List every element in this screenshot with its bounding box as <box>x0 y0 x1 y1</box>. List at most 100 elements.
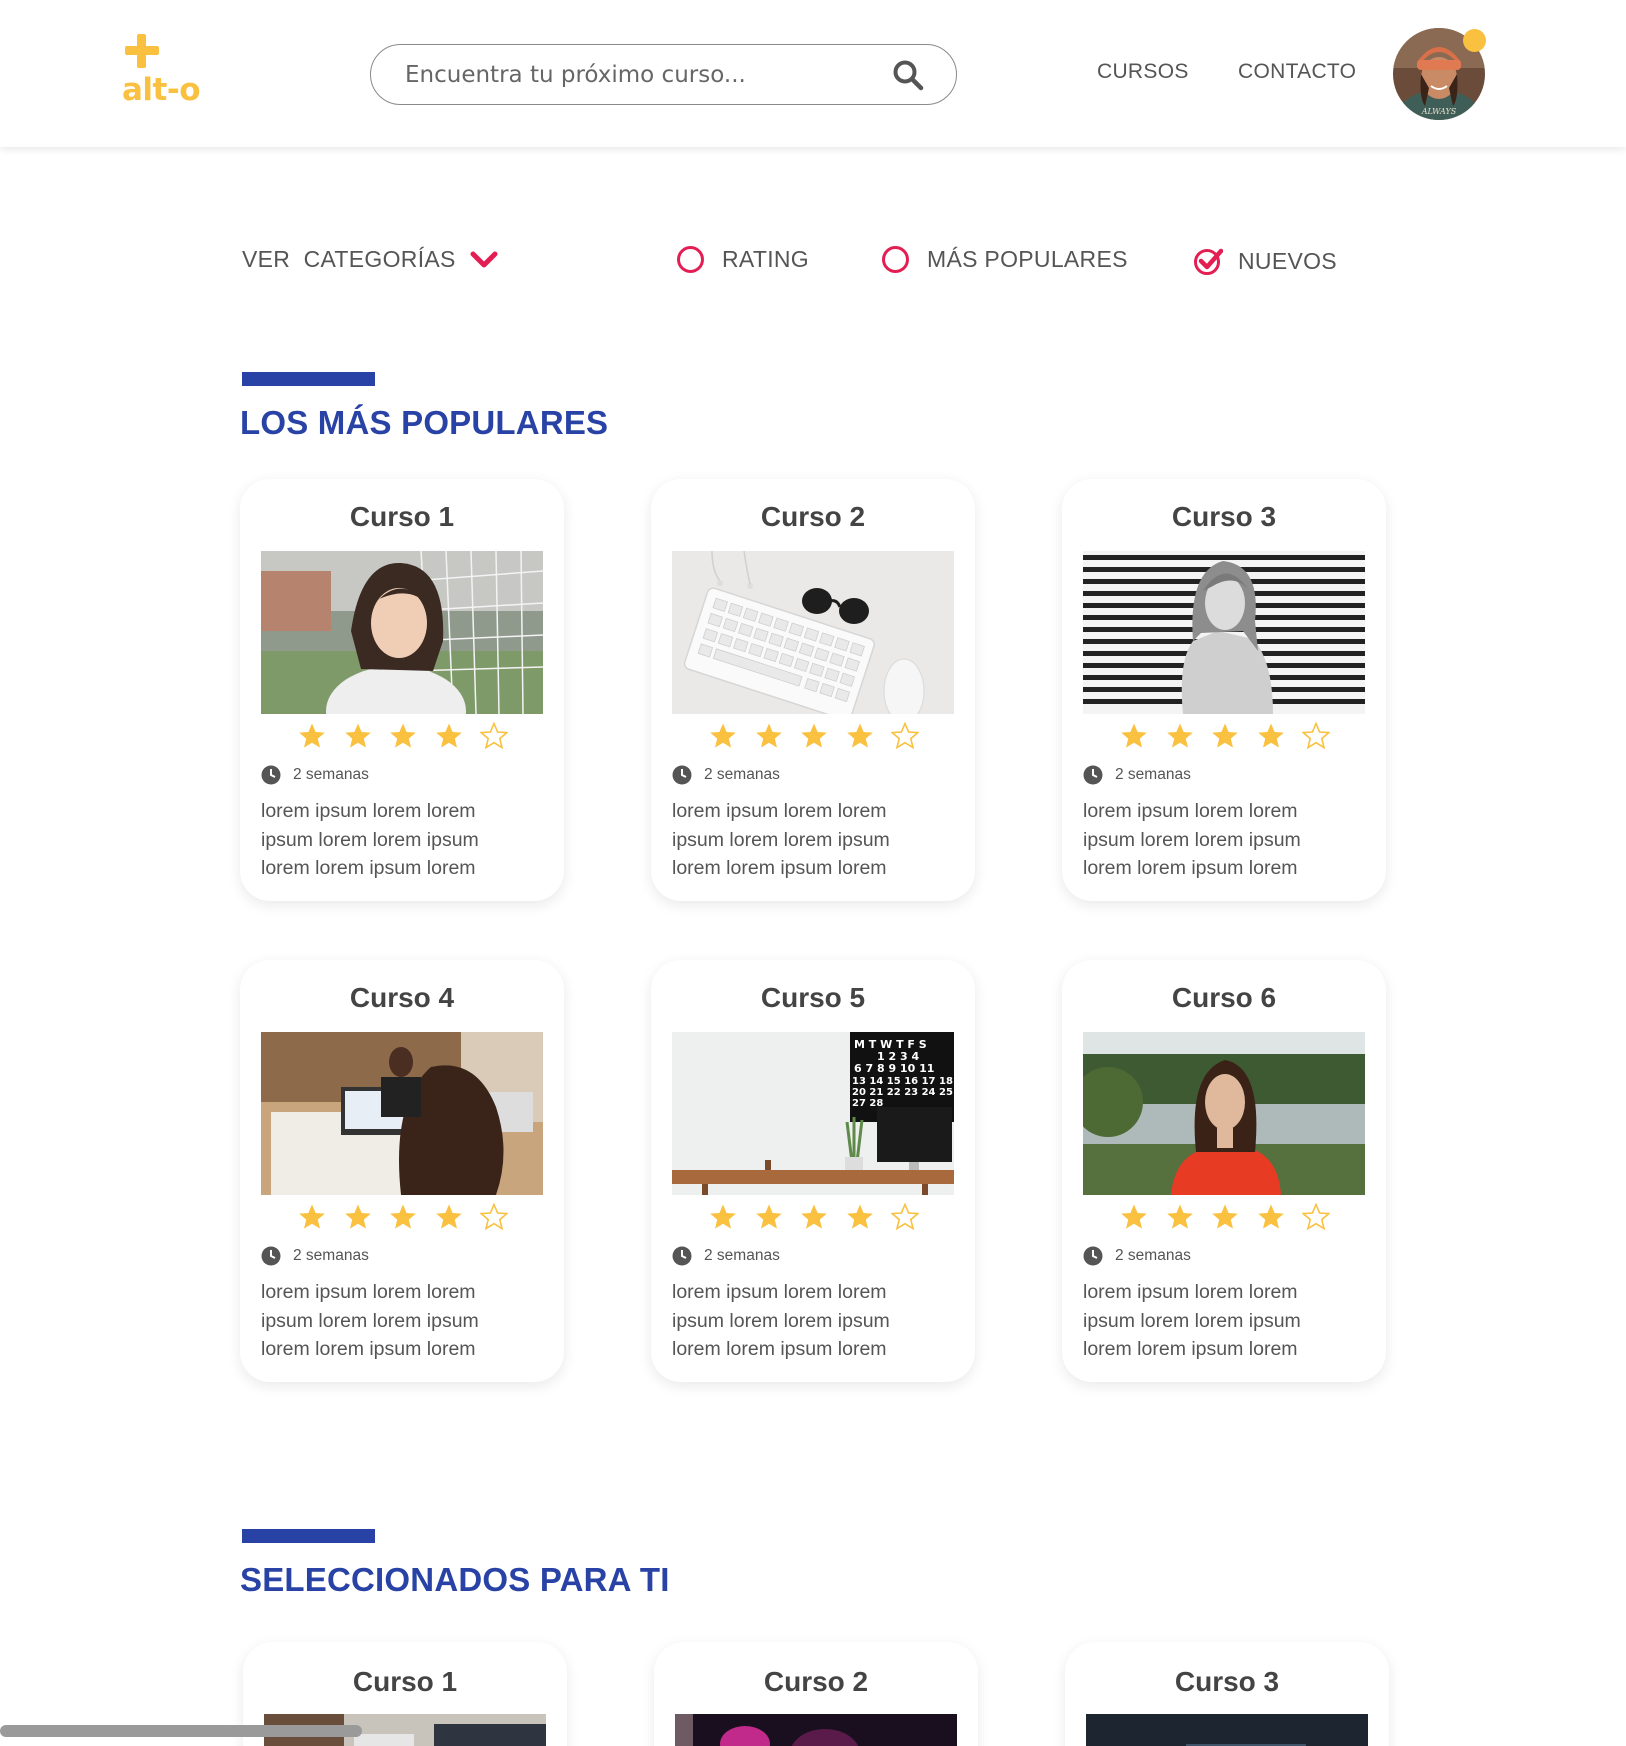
course-image <box>261 551 543 714</box>
description-line: lorem lorem ipsum lorem <box>261 857 476 879</box>
description-line: lorem ipsum lorem lorem <box>1083 800 1298 822</box>
course-title: Curso 2 <box>763 1666 869 1697</box>
nav-cursos-link[interactable]: CURSOS <box>1097 60 1189 84</box>
logo-text: alt-o <box>122 72 201 108</box>
logo-plus-icon <box>125 34 159 68</box>
duration: 2 semanas <box>261 765 369 785</box>
clock-icon <box>1083 765 1103 785</box>
duration-label: 2 semanas <box>704 766 780 783</box>
horizontal-scrollbar[interactable] <box>0 1725 362 1737</box>
star-filled-icon <box>435 1204 462 1229</box>
description-line: ipsum lorem lorem ipsum <box>1083 1309 1301 1332</box>
description-line: lorem ipsum lorem lorem <box>672 800 887 822</box>
description-line: lorem lorem ipsum lorem <box>261 1338 476 1360</box>
svg-text:ALWAYS: ALWAYS <box>1421 107 1457 116</box>
star-filled-icon <box>755 1204 782 1229</box>
filter-mas-populares-label: MÁS POPULARES <box>927 246 1128 272</box>
course-card[interactable]: Curso 6 2 semanas lorem ipsum lorem lore… <box>1062 960 1386 1382</box>
search-input[interactable] <box>405 57 875 93</box>
course-title: Curso 5 <box>760 982 866 1013</box>
star-filled-icon <box>710 723 736 748</box>
section-title-seleccionados: SELECCIONADOS PARA TI <box>240 1561 670 1598</box>
duration-label: 2 semanas <box>1115 766 1191 783</box>
nav-contacto-link[interactable]: CONTACTO <box>1238 60 1356 84</box>
rating-stars <box>1120 1203 1330 1233</box>
description-line: lorem lorem ipsum lorem <box>1083 1338 1298 1360</box>
rating-stars <box>298 722 508 752</box>
star-filled-icon <box>846 723 873 748</box>
rating-stars <box>709 1203 919 1233</box>
filter-mas-populares[interactable]: MÁS POPULARES <box>882 246 1128 273</box>
course-title: Curso 6 <box>1171 982 1277 1013</box>
description-line: lorem ipsum lorem lorem <box>261 1281 476 1303</box>
star-empty-icon <box>891 1203 919 1231</box>
filter-rating-label: RATING <box>722 246 809 272</box>
description-line: ipsum lorem lorem ipsum <box>672 828 890 851</box>
duration: 2 semanas <box>1083 765 1191 785</box>
course-card[interactable]: Curso 5 M T W T F S 1 2 3 4 6 7 8 9 10 1… <box>651 960 975 1382</box>
section-accent-bar <box>242 1529 375 1543</box>
description-line: lorem ipsum lorem lorem <box>1083 1281 1298 1303</box>
course-image <box>1083 1032 1365 1195</box>
star-filled-icon <box>801 1204 827 1229</box>
description-line: ipsum lorem lorem ipsum <box>261 828 479 851</box>
search-icon[interactable] <box>892 59 924 91</box>
star-filled-icon <box>710 1204 736 1229</box>
duration: 2 semanas <box>1083 1246 1191 1266</box>
clock-icon <box>1083 1246 1103 1266</box>
star-filled-icon <box>390 1204 416 1229</box>
course-card[interactable]: Curso 1 2 semanas lorem ipsum lorem lore… <box>240 479 564 901</box>
rating-stars <box>1120 722 1330 752</box>
clock-icon <box>261 765 281 785</box>
star-filled-icon <box>1121 723 1147 748</box>
chevron-down-icon <box>470 251 498 267</box>
star-filled-icon <box>755 723 782 748</box>
course-title: Curso 3 <box>1174 1666 1280 1697</box>
star-filled-icon <box>1121 1204 1147 1229</box>
duration: 2 semanas <box>672 1246 780 1266</box>
description-line: ipsum lorem lorem ipsum <box>672 1309 890 1332</box>
star-filled-icon <box>1166 723 1193 748</box>
course-card[interactable]: Curso 2 <box>654 1642 978 1746</box>
star-filled-icon <box>299 723 325 748</box>
star-filled-icon <box>801 723 827 748</box>
notification-dot <box>1463 29 1486 52</box>
course-image <box>1083 551 1365 714</box>
description-line: ipsum lorem lorem ipsum <box>261 1309 479 1332</box>
course-card[interactable]: Curso 4 2 semanas lorem ipsum lorem lore… <box>240 960 564 1382</box>
star-filled-icon <box>846 1204 873 1229</box>
radio-icon <box>677 246 704 273</box>
course-title: Curso 2 <box>760 501 866 532</box>
duration: 2 semanas <box>261 1246 369 1266</box>
star-empty-icon <box>891 722 919 750</box>
star-empty-icon <box>1302 1203 1330 1231</box>
course-card[interactable]: Curso 2 2 semanas lorem ipsum lorem lore… <box>651 479 975 901</box>
star-empty-icon <box>480 722 508 750</box>
course-title: Curso 3 <box>1171 501 1277 532</box>
calendar-text: 20 21 22 23 24 25 <box>852 1087 953 1098</box>
star-filled-icon <box>1212 723 1238 748</box>
star-filled-icon <box>344 1204 371 1229</box>
ver-categorias-dropdown[interactable]: VER CATEGORÍAS <box>242 246 498 273</box>
ver-categorias-label: VER CATEGORÍAS <box>242 246 456 272</box>
course-image <box>1086 1714 1368 1746</box>
course-card[interactable]: Curso 3 2 semanas lorem ipsum lorem lore… <box>1062 479 1386 901</box>
section-accent-bar <box>242 372 375 386</box>
alt-o-logo[interactable]: alt-o <box>120 34 230 114</box>
course-description: lorem ipsum lorem lorem ipsum lorem lore… <box>672 797 962 883</box>
duration-label: 2 semanas <box>1115 1247 1191 1264</box>
star-filled-icon <box>344 723 371 748</box>
course-title: Curso 4 <box>349 982 455 1013</box>
course-title: Curso 1 <box>352 1666 458 1697</box>
section-title-populares: LOS MÁS POPULARES <box>240 404 609 441</box>
star-filled-icon <box>435 723 462 748</box>
filter-nuevos[interactable]: NUEVOS <box>1193 246 1337 276</box>
check-circle-icon <box>1194 248 1223 275</box>
rating-stars <box>709 722 919 752</box>
filter-rating[interactable]: RATING <box>677 246 809 273</box>
course-card[interactable]: Curso 3 <box>1065 1642 1389 1746</box>
description-line: lorem ipsum lorem lorem <box>672 1281 887 1303</box>
course-description: lorem ipsum lorem lorem ipsum lorem lore… <box>672 1278 962 1364</box>
star-empty-icon <box>480 1203 508 1231</box>
duration: 2 semanas <box>672 765 780 785</box>
